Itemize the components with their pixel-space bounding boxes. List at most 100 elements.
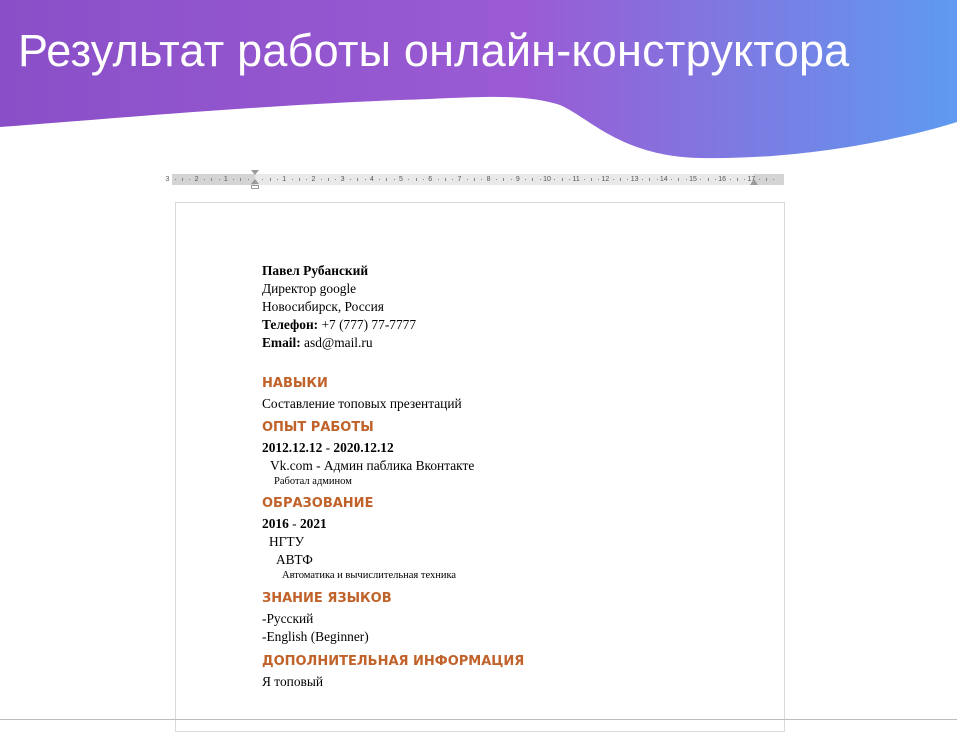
ruler-number: 12 bbox=[601, 176, 610, 183]
ruler-number: 9 bbox=[515, 176, 520, 183]
ruler-tick bbox=[364, 179, 366, 180]
first-line-indent-marker[interactable] bbox=[251, 170, 259, 175]
resume-position: Директор google bbox=[262, 281, 357, 296]
ruler-tick bbox=[386, 178, 388, 181]
ruler-tick bbox=[568, 179, 570, 180]
resume-content: Павел Рубанский Директор google Новосиби… bbox=[262, 262, 762, 691]
ruler-tick bbox=[233, 179, 235, 180]
ruler-tick bbox=[649, 178, 651, 181]
ruler-number: 11 bbox=[572, 176, 580, 183]
ruler-number: 3 bbox=[340, 176, 345, 183]
ruler-tick bbox=[466, 179, 468, 180]
ruler-tick bbox=[532, 178, 534, 181]
ruler-number: 1 bbox=[223, 176, 228, 183]
ruler-tick bbox=[773, 179, 775, 180]
document-ruler[interactable]: 3 2 1 1 2 3 4 5 6 7 8 9 10 11 12 13 14 15 16 17 bbox=[165, 170, 784, 189]
ruler-number: 14 bbox=[659, 176, 668, 183]
ruler-tick bbox=[641, 179, 643, 180]
experience-company: Vk.com - Админ паблика Вконтакте bbox=[270, 458, 475, 473]
ruler-tick bbox=[671, 179, 673, 180]
ruler-tick bbox=[510, 179, 512, 180]
ruler-tick bbox=[678, 178, 680, 181]
ruler-tick bbox=[357, 178, 359, 181]
ruler-tick bbox=[758, 179, 760, 180]
resume-location: Новосибирск, Россия bbox=[262, 299, 384, 314]
skills-heading: НАВЫКИ bbox=[262, 376, 328, 391]
ruler-tick bbox=[393, 179, 395, 180]
language-item: -Русский bbox=[262, 611, 314, 626]
ruler-number: 4 bbox=[369, 176, 374, 183]
ruler-tick bbox=[247, 179, 249, 180]
ruler-tick bbox=[685, 179, 687, 180]
right-indent-marker[interactable] bbox=[750, 179, 758, 185]
ruler-tick bbox=[729, 179, 731, 180]
ruler-tick bbox=[503, 178, 505, 181]
ruler-number: 13 bbox=[630, 176, 639, 183]
ruler-number: 6 bbox=[428, 176, 433, 183]
left-indent-marker[interactable] bbox=[251, 185, 259, 189]
ruler-tick bbox=[291, 179, 293, 180]
ruler-tick bbox=[349, 179, 351, 180]
experience-duty: Работал админом bbox=[274, 476, 352, 487]
experience-heading: ОПЫТ РАБОТЫ bbox=[262, 420, 374, 435]
ruler-number: 2 bbox=[311, 176, 316, 183]
resume-name: Павел Рубанский bbox=[262, 263, 369, 278]
ruler-tick bbox=[481, 179, 483, 180]
ruler-tick bbox=[525, 179, 527, 180]
email-label: Email: bbox=[262, 335, 301, 350]
ruler-tick bbox=[736, 178, 738, 181]
slide-title: Результат работы онлайн-конструктора bbox=[18, 25, 850, 76]
ruler-tick bbox=[707, 178, 709, 181]
ruler-number: 15 bbox=[689, 176, 697, 183]
email-value: asd@mail.ru bbox=[304, 335, 373, 350]
ruler-tick bbox=[211, 178, 213, 181]
title-banner: Результат работы онлайн-конструктора bbox=[0, 0, 957, 175]
ruler-tick bbox=[408, 179, 410, 180]
phone-value: +7 (777) 77-7777 bbox=[321, 317, 417, 332]
ruler-tick bbox=[474, 178, 475, 181]
ruler-tick bbox=[240, 178, 242, 181]
ruler-tick bbox=[379, 179, 381, 180]
ruler-tick bbox=[561, 178, 563, 181]
ruler-tick bbox=[269, 178, 271, 181]
ruler-number: 1 bbox=[282, 176, 287, 183]
education-faculty: АВТФ bbox=[276, 552, 313, 567]
ruler-number: 7 bbox=[457, 176, 462, 183]
ruler-tick bbox=[320, 179, 322, 180]
ruler-tick bbox=[328, 178, 329, 181]
ruler-tick bbox=[620, 178, 621, 181]
ruler-tick bbox=[714, 179, 716, 180]
additional-text: Я топовый bbox=[262, 674, 323, 689]
ruler-tick bbox=[612, 179, 614, 180]
ruler-number: 8 bbox=[486, 176, 491, 183]
education-speciality: Автоматика и вычислительная техника bbox=[282, 570, 457, 581]
ruler-tick bbox=[422, 179, 424, 180]
ruler-tick bbox=[335, 179, 337, 180]
ruler-left-margin bbox=[172, 174, 255, 185]
experience-dates: 2012.12.12 - 2020.12.12 bbox=[262, 440, 394, 455]
ruler-tick bbox=[656, 179, 658, 180]
ruler-tick bbox=[182, 178, 183, 181]
ruler-tick bbox=[495, 179, 497, 180]
hanging-indent-marker[interactable] bbox=[251, 179, 259, 184]
ruler-tick bbox=[415, 178, 417, 181]
education-university: НГТУ bbox=[269, 534, 305, 549]
ruler-tick bbox=[700, 179, 702, 180]
education-years: 2016 - 2021 bbox=[262, 516, 327, 531]
ruler-tick bbox=[583, 179, 585, 180]
ruler-tick bbox=[298, 178, 300, 181]
ruler-number: 2 bbox=[194, 176, 199, 183]
ruler-number: 5 bbox=[399, 176, 403, 183]
ruler-number: 10 bbox=[543, 176, 551, 183]
skills-text: Составление топовых презентаций bbox=[262, 396, 462, 411]
ruler-tick bbox=[539, 179, 541, 180]
resume-email: Email: asd@mail.ru bbox=[262, 334, 762, 352]
ruler-tick bbox=[766, 178, 767, 181]
ruler-tick bbox=[744, 179, 746, 180]
ruler-tick bbox=[189, 179, 191, 180]
languages-heading: ЗНАНИЕ ЯЗЫКОВ bbox=[262, 591, 392, 606]
ruler-number: 3 bbox=[165, 176, 170, 183]
resume-phone: Телефон: +7 (777) 77-7777 bbox=[262, 316, 762, 334]
ruler-number: 16 bbox=[718, 176, 727, 183]
ruler-tick bbox=[203, 179, 205, 180]
